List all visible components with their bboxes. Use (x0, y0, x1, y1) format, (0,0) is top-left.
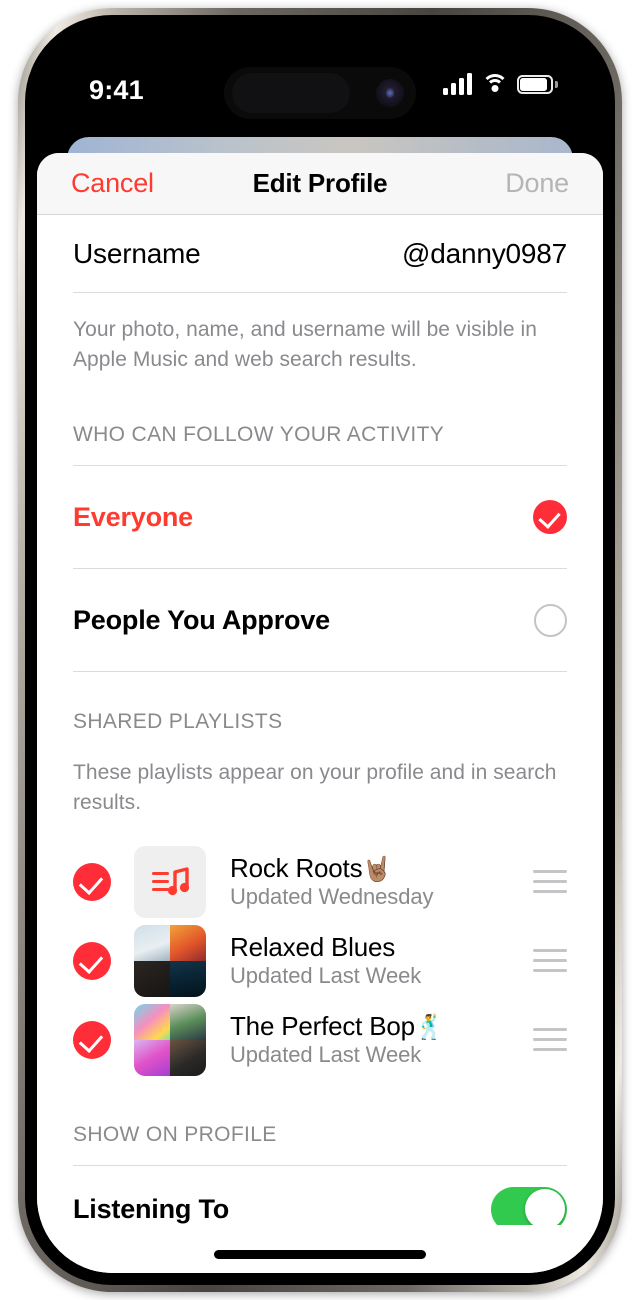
done-button[interactable]: Done (505, 168, 569, 199)
playlist-artwork (134, 845, 206, 918)
drag-handle-icon[interactable] (533, 1028, 567, 1051)
phone-bezel: 9:41 Cancel Edit Profile Done Username @… (25, 15, 615, 1285)
toggle-knob (524, 1189, 565, 1229)
username-row[interactable]: Username @danny0987 (73, 216, 567, 292)
playlist-subtitle: Updated Last Week (230, 963, 422, 988)
edit-profile-sheet: Cancel Edit Profile Done Username @danny… (37, 153, 603, 1273)
wifi-icon (481, 73, 508, 95)
list-item[interactable]: Rock Roots🤘🏽 Updated Wednesday (73, 842, 567, 921)
album-tile (170, 924, 206, 961)
album-tile (134, 960, 170, 997)
list-item[interactable]: Relaxed Blues Updated Last Week (73, 921, 567, 1000)
empty-circle-icon[interactable] (534, 603, 567, 637)
follow-option-label: People You Approve (73, 604, 330, 635)
album-tile (170, 960, 206, 997)
playlist-title: Relaxed Blues (230, 932, 395, 962)
drag-handle-icon[interactable] (533, 949, 567, 972)
cancel-button[interactable]: Cancel (71, 168, 154, 199)
profile-footnote: Your photo, name, and username will be v… (73, 318, 537, 371)
playlist-checkmark-icon[interactable] (73, 941, 111, 980)
screenshot-root: 9:41 Cancel Edit Profile Done Username @… (0, 0, 640, 1300)
status-time: 9:41 (89, 75, 144, 105)
navigation-bar: Cancel Edit Profile Done (37, 153, 603, 215)
list-item[interactable]: The Perfect Bop🕺 Updated Last Week (73, 1000, 567, 1079)
dynamic-island (224, 67, 416, 119)
phone-screen: 9:41 Cancel Edit Profile Done Username @… (37, 27, 603, 1273)
checkmark-circle-icon[interactable] (533, 500, 567, 534)
home-indicator[interactable] (214, 1250, 426, 1259)
album-tile (170, 1039, 206, 1076)
phone-frame: 9:41 Cancel Edit Profile Done Username @… (18, 8, 622, 1292)
dynamic-island-pill (232, 73, 350, 113)
username-value: @danny0987 (401, 238, 567, 269)
follow-option-label: Everyone (73, 501, 193, 532)
playlists-section-header: SHARED PLAYLISTS (73, 710, 283, 733)
playlist-title-text: Relaxed Blues (230, 932, 396, 962)
playlist-text: Relaxed Blues Updated Last Week (230, 932, 533, 989)
drag-handle-icon[interactable] (533, 870, 567, 893)
cellular-signal-icon (443, 73, 472, 95)
playlist-title-text: Rock Roots (230, 853, 363, 883)
follow-option-people-you-approve[interactable]: People You Approve (73, 569, 567, 671)
playlist-text: Rock Roots🤘🏽 Updated Wednesday (230, 853, 533, 910)
album-tile (134, 1039, 170, 1076)
playlist-title-emoji: 🤘🏽 (362, 856, 393, 883)
playlist-title: The Perfect Bop🕺 (230, 1011, 445, 1041)
username-label: Username (73, 238, 201, 269)
playlist-text: The Perfect Bop🕺 Updated Last Week (230, 1011, 533, 1068)
album-tile (134, 1003, 170, 1040)
front-camera-icon (376, 79, 404, 107)
playlists-footnote: These playlists appear on your profile a… (73, 761, 557, 814)
playlist-subtitle: Updated Wednesday (230, 884, 434, 909)
album-tile (170, 1003, 206, 1040)
playlist-checkmark-icon[interactable] (73, 862, 111, 901)
playlist-artwork (134, 1003, 206, 1076)
playlist-subtitle: Updated Last Week (230, 1042, 422, 1067)
playlist-note-icon (134, 846, 206, 918)
playlist-title: Rock Roots🤘🏽 (230, 853, 392, 883)
page-title: Edit Profile (252, 168, 388, 198)
playlist-checkmark-icon[interactable] (73, 1020, 111, 1059)
sheet-content: Username @danny0987 Your photo, name, an… (37, 216, 603, 1273)
follow-section-header: WHO CAN FOLLOW YOUR ACTIVITY (73, 423, 445, 446)
status-bar: 9:41 (37, 27, 603, 125)
playlist-artwork (134, 924, 206, 997)
listening-to-label: Listening To (73, 1193, 230, 1224)
playlist-title-emoji: 🕺 (414, 1014, 445, 1041)
playlist-title-text: The Perfect Bop (230, 1011, 415, 1041)
status-icons (443, 73, 558, 95)
home-indicator-area (37, 1225, 603, 1273)
battery-icon (517, 74, 558, 94)
follow-option-everyone[interactable]: Everyone (73, 466, 567, 568)
show-on-profile-header: SHOW ON PROFILE (73, 1123, 277, 1146)
album-tile (134, 924, 170, 961)
